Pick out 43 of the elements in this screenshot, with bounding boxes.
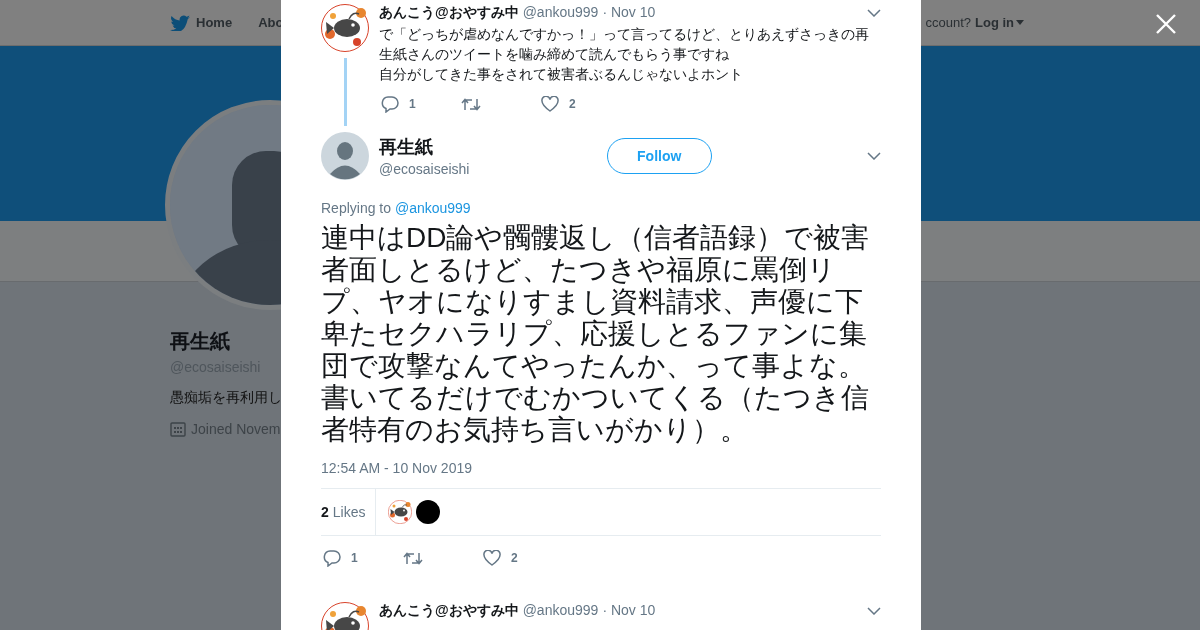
- avatar[interactable]: [321, 4, 369, 52]
- like-button[interactable]: 2: [541, 96, 621, 112]
- heart-icon[interactable]: [483, 550, 501, 566]
- author-handle[interactable]: @ankou999: [522, 602, 599, 618]
- tweet-text: 書いてるだけでむかついてくる（たつき信者特有のお気持ち言いがかり）。: [321, 382, 870, 446]
- account-prompt: ccount?: [925, 15, 971, 30]
- tweet-text: 連中はDD論や髑髏返し（信者語録）で被害者面しとるけど、たつきや福原に罵倒リプ、ヤオになりすまし資料請求、声優に下卑たセクハラリプ、応援しとるファンに集団で攻撃なんてやったんか、って事よな。: [321, 222, 871, 382]
- author-name[interactable]: あんこう@おやすみ中: [379, 602, 519, 620]
- tweet-text: 自分がしてきた事をされて被害者ぶるんじゃないよホント: [379, 65, 744, 84]
- thread-line: [343, 58, 347, 126]
- reply-button[interactable]: 1: [381, 95, 461, 113]
- chevron-icon[interactable]: [867, 607, 881, 615]
- replying-to: Replying to @ankou999: [321, 200, 472, 216]
- profile-bio: 愚痴垢を再利用し: [170, 389, 282, 407]
- calendar-icon: [170, 421, 186, 437]
- like-button[interactable]: 2: [483, 550, 563, 566]
- likes-count[interactable]: 2 Likes: [321, 489, 377, 535]
- author-name[interactable]: あんこう@おやすみ中: [379, 4, 519, 22]
- follow-button[interactable]: Follow: [606, 138, 712, 174]
- author-handle[interactable]: @ecosaiseishi: [379, 161, 470, 177]
- close-icon[interactable]: [1156, 14, 1176, 34]
- tweet-date[interactable]: · Nov 10: [602, 4, 656, 20]
- author-name[interactable]: 再生紙: [379, 135, 470, 159]
- tweet-text: で「どっちが虐めなんですかっ！」って言ってるけど、とりあえずさっきの再生紙さんのツイートを噛み締めて読んでもらう事ですね: [379, 25, 870, 64]
- author-handle[interactable]: @ankou999: [522, 4, 599, 20]
- avatar[interactable]: [416, 500, 441, 524]
- tweet-date[interactable]: · Nov 10: [602, 602, 656, 618]
- nav-link[interactable]: Home: [170, 14, 233, 31]
- reply-button[interactable]: 1: [323, 549, 403, 567]
- avatar[interactable]: [388, 500, 413, 524]
- login-menu[interactable]: Log in: [975, 15, 1024, 30]
- caret-icon: [1016, 20, 1024, 25]
- retweet-icon[interactable]: [403, 550, 423, 566]
- bird-icon: [170, 14, 190, 31]
- reply-icon[interactable]: [381, 95, 399, 113]
- chevron-icon[interactable]: [867, 152, 881, 160]
- heart-icon[interactable]: [541, 96, 559, 112]
- profile-name: 再生紙: [170, 329, 230, 354]
- chevron-icon[interactable]: [867, 9, 881, 17]
- tweet-timestamp: 12:54 AM - 10 Nov 2019: [321, 460, 473, 476]
- retweet-icon[interactable]: [461, 96, 481, 112]
- mention-link[interactable]: @ankou999: [394, 200, 471, 216]
- reply-icon[interactable]: [323, 549, 341, 567]
